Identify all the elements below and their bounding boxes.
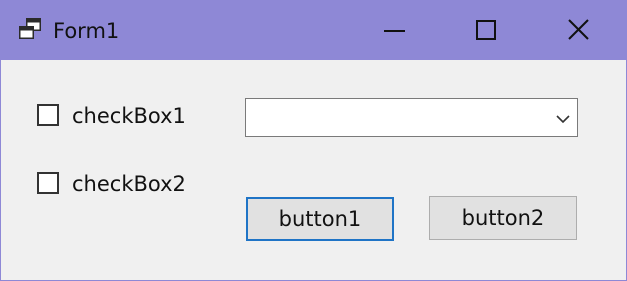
checkbox-1[interactable]: checkBox1 [37, 103, 197, 131]
close-button[interactable] [532, 1, 624, 60]
title-bar[interactable]: Form1 [1, 1, 626, 60]
checkbox-2-label[interactable]: checkBox2 [72, 171, 186, 197]
form-window-icon [17, 16, 43, 42]
button-2[interactable]: button2 [429, 196, 577, 240]
checkbox-1-label[interactable]: checkBox1 [72, 103, 186, 129]
form-window: Form1 checkBox1 checkBox2 button1 button… [0, 0, 627, 281]
window-title: Form1 [53, 19, 120, 43]
checkbox-1-box[interactable] [37, 104, 59, 126]
checkbox-2-box[interactable] [37, 172, 59, 194]
chevron-down-icon[interactable] [555, 111, 571, 125]
combobox-1[interactable] [245, 98, 578, 137]
maximize-button[interactable] [440, 1, 532, 60]
checkbox-2[interactable]: checkBox2 [37, 171, 197, 199]
button-1[interactable]: button1 [246, 197, 394, 241]
minimize-button[interactable] [348, 1, 440, 60]
